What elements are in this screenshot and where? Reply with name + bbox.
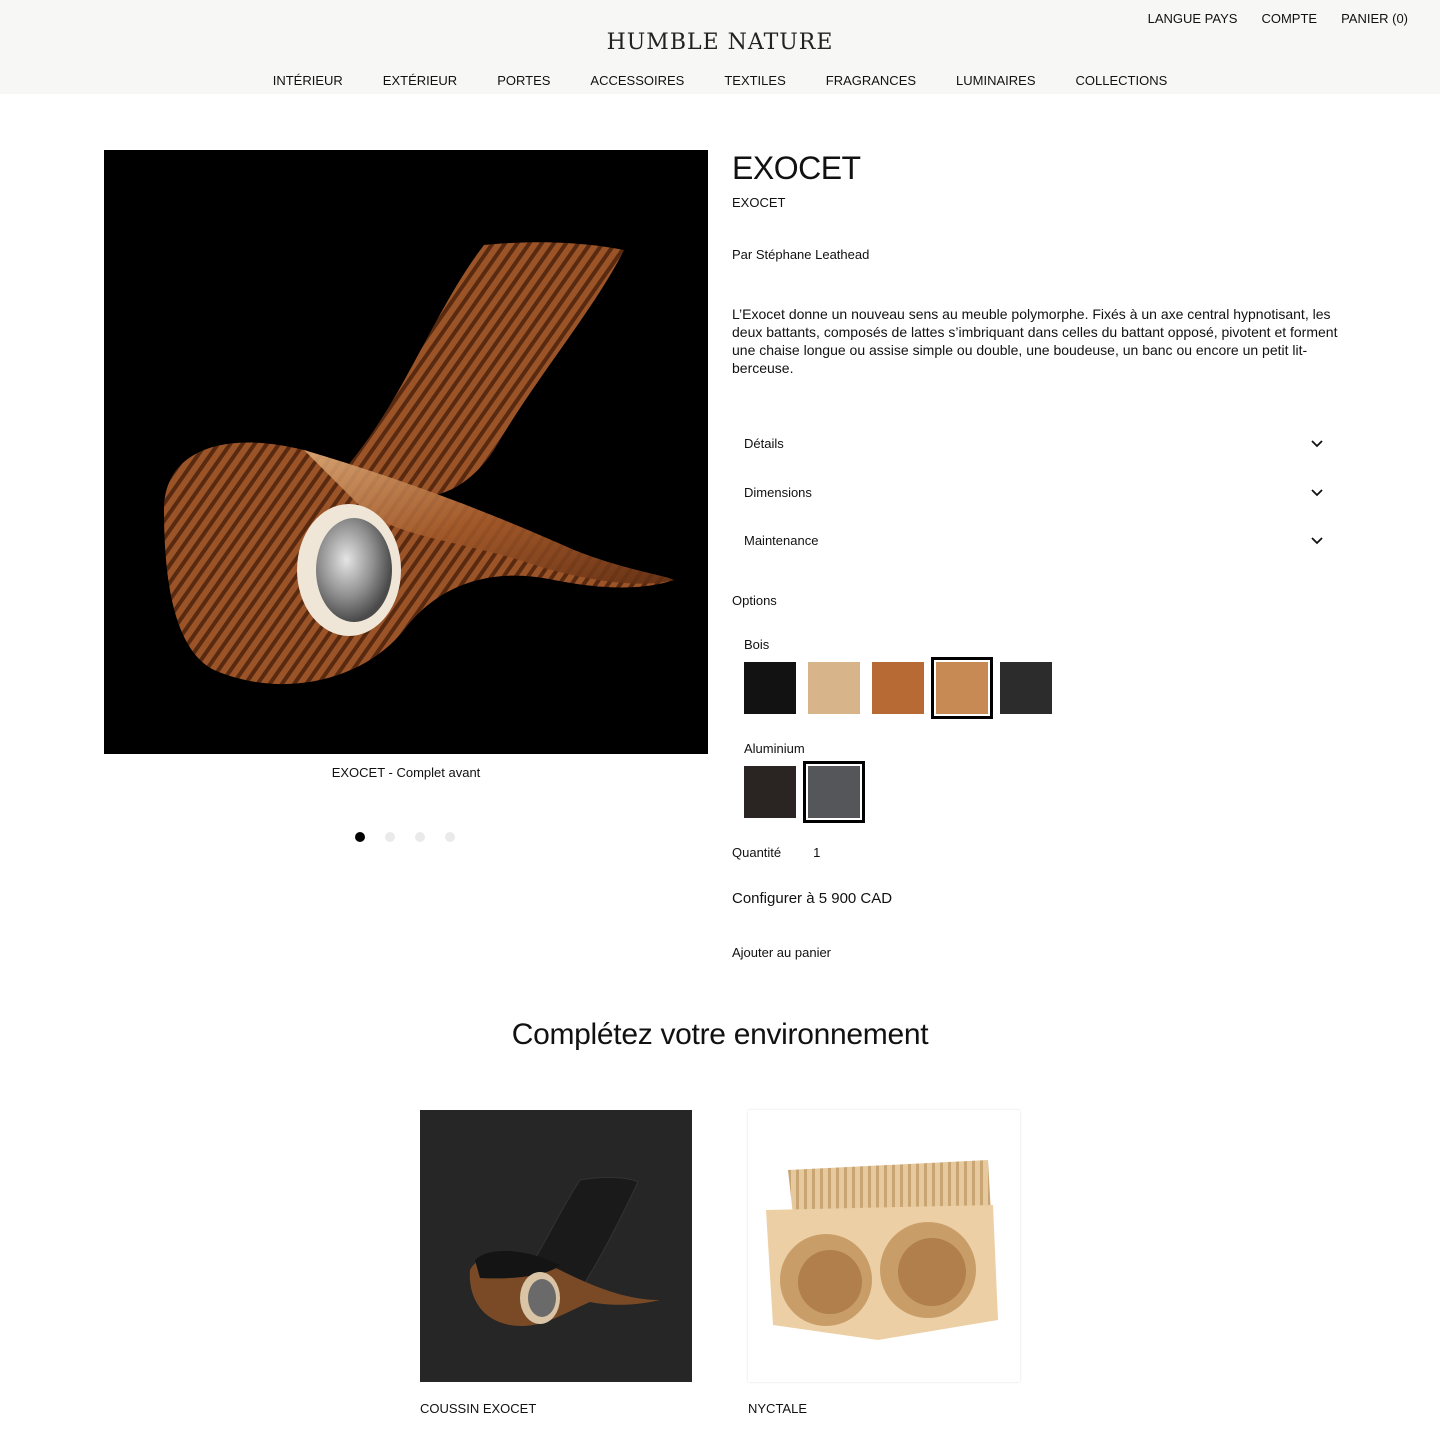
- cushioned-chair-image: [469, 1176, 660, 1326]
- utility-nav: LANGUE PAYS COMPTE PANIER (0): [1148, 11, 1408, 26]
- related-card-image-coussin[interactable]: [420, 1110, 692, 1382]
- product-main-image[interactable]: [104, 150, 708, 754]
- aluminium-swatch-color: [744, 766, 796, 818]
- quantity-input[interactable]: 1: [813, 845, 820, 860]
- wood-swatch-color: [1000, 662, 1052, 714]
- gallery-dot-4[interactable]: [445, 832, 455, 842]
- wood-swatch-color: [872, 662, 924, 714]
- accordion-dimensions-label: Dimensions: [744, 484, 812, 500]
- aluminium-swatch-group: [744, 761, 865, 823]
- wood-swatch-color: [744, 662, 796, 714]
- nav-item-textiles[interactable]: TEXTILES: [724, 73, 785, 88]
- related-card-image-nyctale[interactable]: [748, 1110, 1020, 1382]
- configure-button[interactable]: Configurer à 5 900 CAD: [732, 890, 892, 907]
- wood-swatch-3[interactable]: [872, 662, 924, 714]
- gallery-dot-2[interactable]: [385, 832, 395, 842]
- language-country-link[interactable]: LANGUE PAYS: [1148, 11, 1238, 26]
- accordion-details-label: Détails: [744, 435, 784, 451]
- image-caption: EXOCET - Complet avant: [331, 765, 481, 780]
- aluminium-swatch-1[interactable]: [744, 766, 796, 818]
- accordion-dimensions[interactable]: Dimensions: [732, 472, 1336, 512]
- quantity-row: Quantité 1: [732, 845, 820, 860]
- wood-option-label: Bois: [744, 637, 770, 652]
- nav-item-collections[interactable]: COLLECTIONS: [1076, 73, 1168, 88]
- wood-swatch-color: [808, 662, 860, 714]
- options-heading: Options: [732, 593, 777, 608]
- related-item-nyctale[interactable]: NYCTALE: [748, 1401, 807, 1416]
- wood-swatch-5[interactable]: [1000, 662, 1052, 714]
- wood-swatch-1[interactable]: [744, 662, 796, 714]
- wood-swatch-color: [936, 662, 988, 714]
- related-item-coussin-exocet[interactable]: COUSSIN EXOCET: [420, 1401, 536, 1416]
- accordion-maintenance-label: Maintenance: [744, 532, 819, 548]
- nav-item-interieur[interactable]: INTÉRIEUR: [273, 73, 343, 88]
- nyctale-bench-image: [766, 1160, 998, 1340]
- cart-link[interactable]: PANIER (0): [1341, 11, 1408, 26]
- wood-swatch-2[interactable]: [808, 662, 860, 714]
- chevron-down-icon: [1311, 537, 1323, 545]
- nav-item-fragrances[interactable]: FRAGRANCES: [826, 73, 916, 88]
- aluminium-swatch-2[interactable]: [803, 761, 865, 823]
- nav-item-luminaires[interactable]: LUMINAIRES: [956, 73, 1035, 88]
- product-designer: Par Stéphane Leathead: [732, 247, 870, 262]
- site-header: HUMBLE NATURE LANGUE PAYS COMPTE PANIER …: [0, 0, 1440, 94]
- accordion-maintenance[interactable]: Maintenance: [732, 520, 1336, 560]
- nav-item-exterieur[interactable]: EXTÉRIEUR: [383, 73, 457, 88]
- wood-swatch-4[interactable]: [931, 657, 993, 719]
- product-description: L’Exocet donne un nouveau sens au meuble…: [732, 306, 1338, 376]
- lounge-chair-image: [164, 242, 674, 685]
- gallery-pagination: [355, 832, 455, 842]
- wood-swatch-group: [744, 657, 1052, 719]
- chevron-down-icon: [1311, 489, 1323, 497]
- accordion-details[interactable]: Détails: [732, 423, 1336, 463]
- gallery-dot-3[interactable]: [415, 832, 425, 842]
- aluminium-swatch-color: [808, 766, 860, 818]
- account-link[interactable]: COMPTE: [1261, 11, 1317, 26]
- add-to-cart-button[interactable]: Ajouter au panier: [732, 945, 831, 960]
- chevron-down-icon: [1311, 440, 1323, 448]
- product-title: EXOCET: [732, 150, 861, 186]
- quantity-label: Quantité: [732, 845, 782, 860]
- site-logo[interactable]: HUMBLE NATURE: [0, 30, 1440, 55]
- aluminium-option-label: Aluminium: [744, 741, 805, 756]
- nav-item-accessoires[interactable]: ACCESSOIRES: [590, 73, 684, 88]
- related-section-title: Complétez votre environnement: [511, 1018, 929, 1051]
- main-nav: INTÉRIEUR EXTÉRIEUR PORTES ACCESSOIRES T…: [0, 73, 1440, 88]
- product-subtitle: EXOCET: [732, 195, 786, 210]
- nav-item-portes[interactable]: PORTES: [497, 73, 550, 88]
- gallery-dot-1[interactable]: [355, 832, 365, 842]
